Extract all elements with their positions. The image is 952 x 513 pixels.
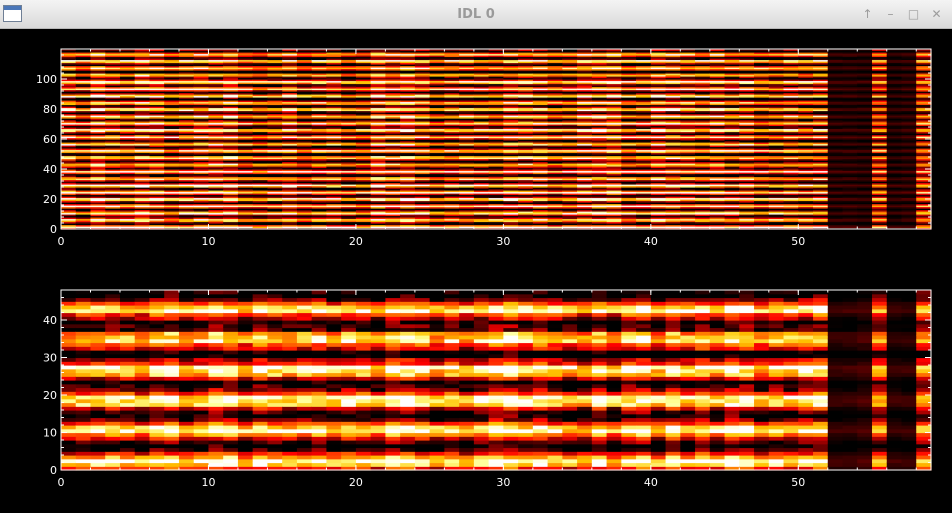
plot-area: 0 10 20 30 40 50 0 20 40 60 80 100 0 10 20 30 40 50 0 10 20 3… <box>0 29 952 513</box>
window-titlebar[interactable]: IDL 0 ↑ – □ ✕ <box>0 0 952 29</box>
heatmap-figure: 0 10 20 30 40 500204060801000 10 20 30 40 50010203… <box>36 48 932 489</box>
maximize-up-icon[interactable]: ↑ <box>860 7 875 22</box>
heatmap-panel-1: 0 10 20 30 40 50020406080100 <box>36 48 932 248</box>
close-icon[interactable]: ✕ <box>929 7 944 22</box>
heatmap-cells-1 <box>61 49 932 230</box>
restore-icon[interactable]: □ <box>906 7 921 22</box>
minimize-icon[interactable]: – <box>883 7 898 22</box>
window-title: IDL 0 <box>457 7 495 22</box>
